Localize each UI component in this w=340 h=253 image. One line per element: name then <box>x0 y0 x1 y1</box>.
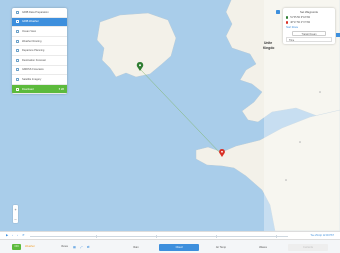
mode-label: Weather <box>25 245 35 248</box>
panel-edge-button[interactable] <box>336 33 340 37</box>
time-field[interactable]: Time <box>286 37 332 42</box>
route-line <box>139 68 223 156</box>
tab-air-temp[interactable]: Air Temp <box>201 244 241 251</box>
route-icon <box>16 20 19 24</box>
timeline-time-label: Tue 29 Apr 12:00 PST <box>310 233 334 237</box>
image-icon <box>16 77 19 81</box>
map-label-united: Unite <box>264 41 273 45</box>
zoom-out-button[interactable]: – <box>13 214 18 223</box>
waypoint-coordinates: 51°35.5N 9°18.5W <box>290 16 311 19</box>
timeline: ▶ ‹ › ↺ Tue 29 Apr 12:00 PST <box>0 231 340 239</box>
tab-cloud[interactable]: Cloud <box>159 243 199 251</box>
menu-item-grib-weather[interactable]: GRIB Weather <box>12 17 67 28</box>
waypoint-coordinates: 48°17.5N 4°37.5W <box>290 21 311 24</box>
start-route-link[interactable]: Start Route <box>286 25 332 30</box>
layer-toggle-button[interactable]: ON <box>12 243 21 250</box>
panel-toggle-button[interactable] <box>276 10 280 14</box>
bottom-toolbar: ON Weather Views ▦ ⤢ ⇄ Rain Cloud Air Te… <box>0 239 340 253</box>
arrow-icon[interactable]: ⤢ <box>80 245 82 249</box>
grid-icon[interactable]: ▦ <box>73 245 76 249</box>
arrow-icon[interactable]: ⇄ <box>87 245 90 249</box>
waypoints-panel: Set Waypoints 51°35.5N 9°18.5W 48°17.5N … <box>283 8 335 44</box>
tab-rain[interactable]: Rain <box>116 244 156 251</box>
tab-waves[interactable]: Waves <box>243 244 283 251</box>
zoom-control: + – <box>13 205 18 223</box>
download-label: Download <box>22 87 34 91</box>
tab-currents[interactable]: Currents <box>288 243 328 251</box>
menu-item-label: GRIB Data Preparation <box>22 10 49 14</box>
menu-item-gmdss-forecasts[interactable]: GMDSS Forecasts <box>12 66 67 76</box>
chart-icon <box>16 58 19 62</box>
menu-item-label: Satellite Imagery <box>22 77 42 81</box>
menu-item-label: GRIB Weather <box>22 20 39 24</box>
menu-item-ocean-view[interactable]: Ocean View <box>12 27 67 37</box>
compass-icon <box>16 49 19 53</box>
menu-item-destination-forecast[interactable]: Destination Forecast <box>12 56 67 66</box>
menu-item-label: Weather Routing <box>22 39 42 43</box>
main-menu: GRIB Data Preparation GRIB Weather Ocean… <box>12 8 67 95</box>
weather-app: Unite Kingdo GRIB Data Preparation GRIB … <box>0 0 340 253</box>
timeline-track[interactable] <box>30 235 288 237</box>
menu-item-label: Ocean View <box>22 29 36 33</box>
ireland-landmass <box>96 12 177 78</box>
menu-item-label: GMDSS Forecasts <box>22 68 44 72</box>
views-label: Views <box>61 245 68 248</box>
menu-item-label: Destination Forecast <box>22 58 46 62</box>
zoom-in-button[interactable]: + <box>13 205 18 214</box>
play-icon[interactable]: ▶ <box>6 234 9 237</box>
table-icon <box>16 29 19 33</box>
green-pin-icon <box>286 16 289 19</box>
grid-icon <box>16 10 19 14</box>
reset-icon[interactable]: ↺ <box>22 234 25 237</box>
menu-item-satellite-imagery[interactable]: Satellite Imagery <box>12 75 67 85</box>
menu-item-label: Departure Planning <box>22 49 45 53</box>
menu-item-weather-routing[interactable]: Weather Routing <box>12 37 67 47</box>
step-forward-icon[interactable]: › <box>17 234 20 237</box>
menu-item-departure-planning[interactable]: Departure Planning <box>12 46 67 56</box>
step-back-icon[interactable]: ‹ <box>12 234 15 237</box>
download-button[interactable]: Download 5 kB <box>12 84 67 95</box>
download-icon <box>16 87 19 91</box>
download-size: 5 kB <box>58 87 64 91</box>
menu-item-grib-data-preparation[interactable]: GRIB Data Preparation <box>12 8 67 18</box>
map-label-kingdom: Kingdo <box>263 46 275 50</box>
transit-ocean-button[interactable]: Transit Ocean <box>292 31 326 36</box>
red-pin-icon <box>286 21 289 24</box>
route-icon <box>16 39 19 43</box>
cloud-icon <box>16 68 19 72</box>
